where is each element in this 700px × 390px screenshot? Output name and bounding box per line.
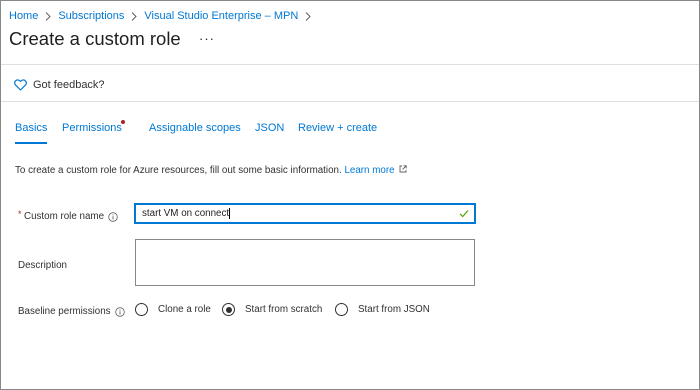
tab-assignable-scopes[interactable]: Assignable scopes xyxy=(149,122,241,134)
description-textarea[interactable] xyxy=(135,239,475,286)
text-caret xyxy=(229,208,231,219)
chevron-right-icon xyxy=(298,11,318,21)
custom-role-name-label: Custom role name xyxy=(24,211,118,222)
radio-label: Clone a role xyxy=(158,304,211,315)
external-link-icon xyxy=(399,165,407,173)
chevron-right-icon xyxy=(124,11,144,21)
learn-more-link[interactable]: Learn more xyxy=(344,165,407,176)
required-indicator xyxy=(121,120,125,124)
radio-circle xyxy=(335,303,348,316)
chevron-right-icon xyxy=(38,11,58,21)
radio-label: Start from JSON xyxy=(358,304,430,315)
custom-role-name-input[interactable]: start VM on connect xyxy=(134,203,476,224)
header-divider xyxy=(1,64,699,65)
info-icon[interactable] xyxy=(114,306,125,317)
breadcrumb-subscription-name[interactable]: Visual Studio Enterprise – MPN xyxy=(144,10,298,22)
breadcrumb-subscriptions[interactable]: Subscriptions xyxy=(58,10,124,22)
description-label: Description xyxy=(18,260,68,271)
radio-label: Start from scratch xyxy=(245,304,323,315)
tab-basics[interactable]: Basics xyxy=(15,122,48,144)
required-asterisk: * xyxy=(18,209,22,219)
custom-role-name-value: start VM on connect xyxy=(142,208,230,219)
page-title: Create a custom role xyxy=(9,28,181,49)
radio-circle xyxy=(135,303,148,316)
heart-icon xyxy=(14,79,27,91)
feedback-label: Got feedback? xyxy=(33,79,105,91)
learn-more-label: Learn more xyxy=(344,165,395,176)
baseline-permissions-label: Baseline permissions xyxy=(18,306,125,317)
intro-text: To create a custom role for Azure resour… xyxy=(15,165,407,176)
intro-description: To create a custom role for Azure resour… xyxy=(15,165,342,176)
feedback-button[interactable]: Got feedback? xyxy=(14,77,105,93)
info-icon[interactable] xyxy=(108,211,118,222)
window-frame xyxy=(0,0,700,390)
tab-permissions[interactable]: Permissions xyxy=(62,122,122,134)
radio-clone-a-role[interactable]: Clone a role xyxy=(135,303,211,316)
radio-circle xyxy=(222,303,235,316)
breadcrumb: Home Subscriptions Visual Studio Enterpr… xyxy=(9,9,318,23)
tab-review-create[interactable]: Review + create xyxy=(298,122,377,134)
baseline-permissions-text: Baseline permissions xyxy=(18,306,111,317)
custom-role-name-text: Custom role name xyxy=(24,211,105,222)
toolbar-divider xyxy=(1,101,699,102)
radio-start-from-scratch[interactable]: Start from scratch xyxy=(222,303,322,316)
radio-start-from-json[interactable]: Start from JSON xyxy=(335,303,430,316)
breadcrumb-home[interactable]: Home xyxy=(9,10,38,22)
tab-json[interactable]: JSON xyxy=(255,122,284,134)
more-options-button[interactable]: ··· xyxy=(199,31,215,46)
checkmark-icon xyxy=(459,210,469,218)
